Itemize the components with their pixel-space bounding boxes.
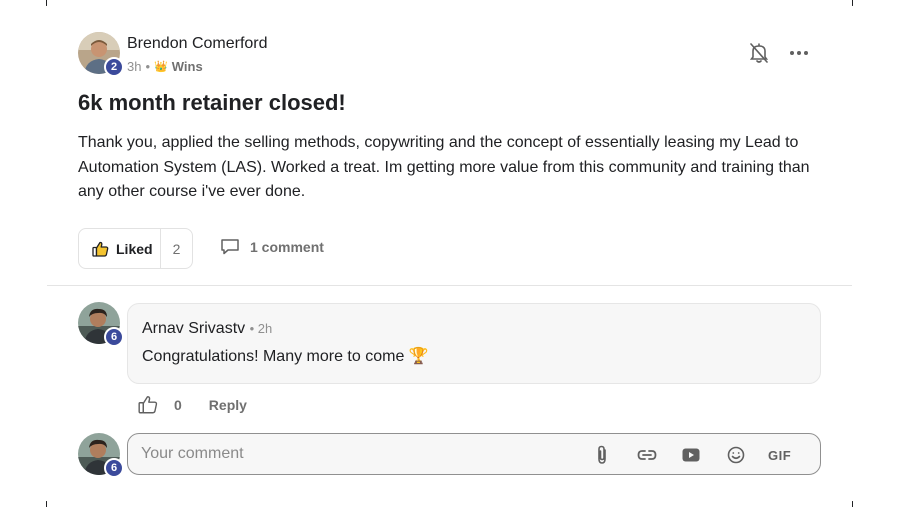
post-header: 2 Brendon Comerford 3h • 👑 Wins	[78, 32, 818, 77]
author-name[interactable]: Brendon Comerford	[127, 35, 268, 53]
comment-like-count[interactable]: 0	[174, 397, 182, 413]
commenter-avatar[interactable]: 6	[78, 302, 124, 347]
thumbs-up-icon[interactable]	[138, 395, 158, 414]
category-link[interactable]: Wins	[172, 59, 203, 74]
post-meta: 3h • 👑 Wins	[127, 59, 203, 74]
commenter-name[interactable]: Arnav Srivastv	[142, 320, 245, 337]
liked-label: Liked	[116, 240, 153, 257]
post-time: 3h	[127, 59, 142, 74]
comment-input[interactable]	[141, 442, 581, 466]
more-horizontal-icon[interactable]	[790, 46, 812, 60]
current-user-avatar: 6	[78, 433, 124, 478]
comment-icon	[221, 239, 239, 255]
comment-text: Congratulations! Many more to come 🏆	[142, 348, 429, 365]
author-avatar[interactable]: 2	[78, 32, 124, 77]
level-badge: 6	[104, 327, 124, 347]
comments-button[interactable]: 1 comment	[220, 238, 324, 256]
bell-off-icon[interactable]	[749, 42, 769, 64]
like-count[interactable]: 2	[161, 241, 192, 257]
comment-bubble: Arnav Srivastv • 2h Congratulations! Man…	[127, 303, 821, 384]
commenter-name-row: Arnav Srivastv • 2h	[142, 320, 272, 338]
post-title: 6k month retainer closed!	[78, 90, 346, 115]
level-badge: 2	[104, 57, 124, 77]
post-card: 2 Brendon Comerford 3h • 👑 Wins 6k month…	[47, 0, 852, 507]
comment-time: • 2h	[249, 321, 273, 336]
link-icon[interactable]	[637, 445, 657, 465]
gif-button[interactable]: GIF	[768, 445, 791, 465]
post-body: Thank you, applied the selling methods, …	[78, 134, 810, 200]
emoji-icon[interactable]	[727, 445, 745, 465]
level-badge: 6	[104, 458, 124, 478]
like-control: Liked 2	[78, 228, 193, 269]
reply-button[interactable]: Reply	[209, 397, 247, 413]
comment-count-label: 1 comment	[250, 239, 324, 255]
meta-separator: •	[145, 59, 151, 74]
divider	[47, 285, 852, 286]
like-button[interactable]: Liked	[79, 229, 161, 268]
youtube-icon[interactable]	[682, 445, 700, 465]
category-emoji: 👑	[154, 61, 168, 73]
thumbs-up-icon	[92, 241, 109, 257]
comment-actions: 0 Reply	[138, 395, 247, 414]
paperclip-icon[interactable]	[595, 445, 609, 465]
comment-composer: GIF	[127, 433, 821, 475]
